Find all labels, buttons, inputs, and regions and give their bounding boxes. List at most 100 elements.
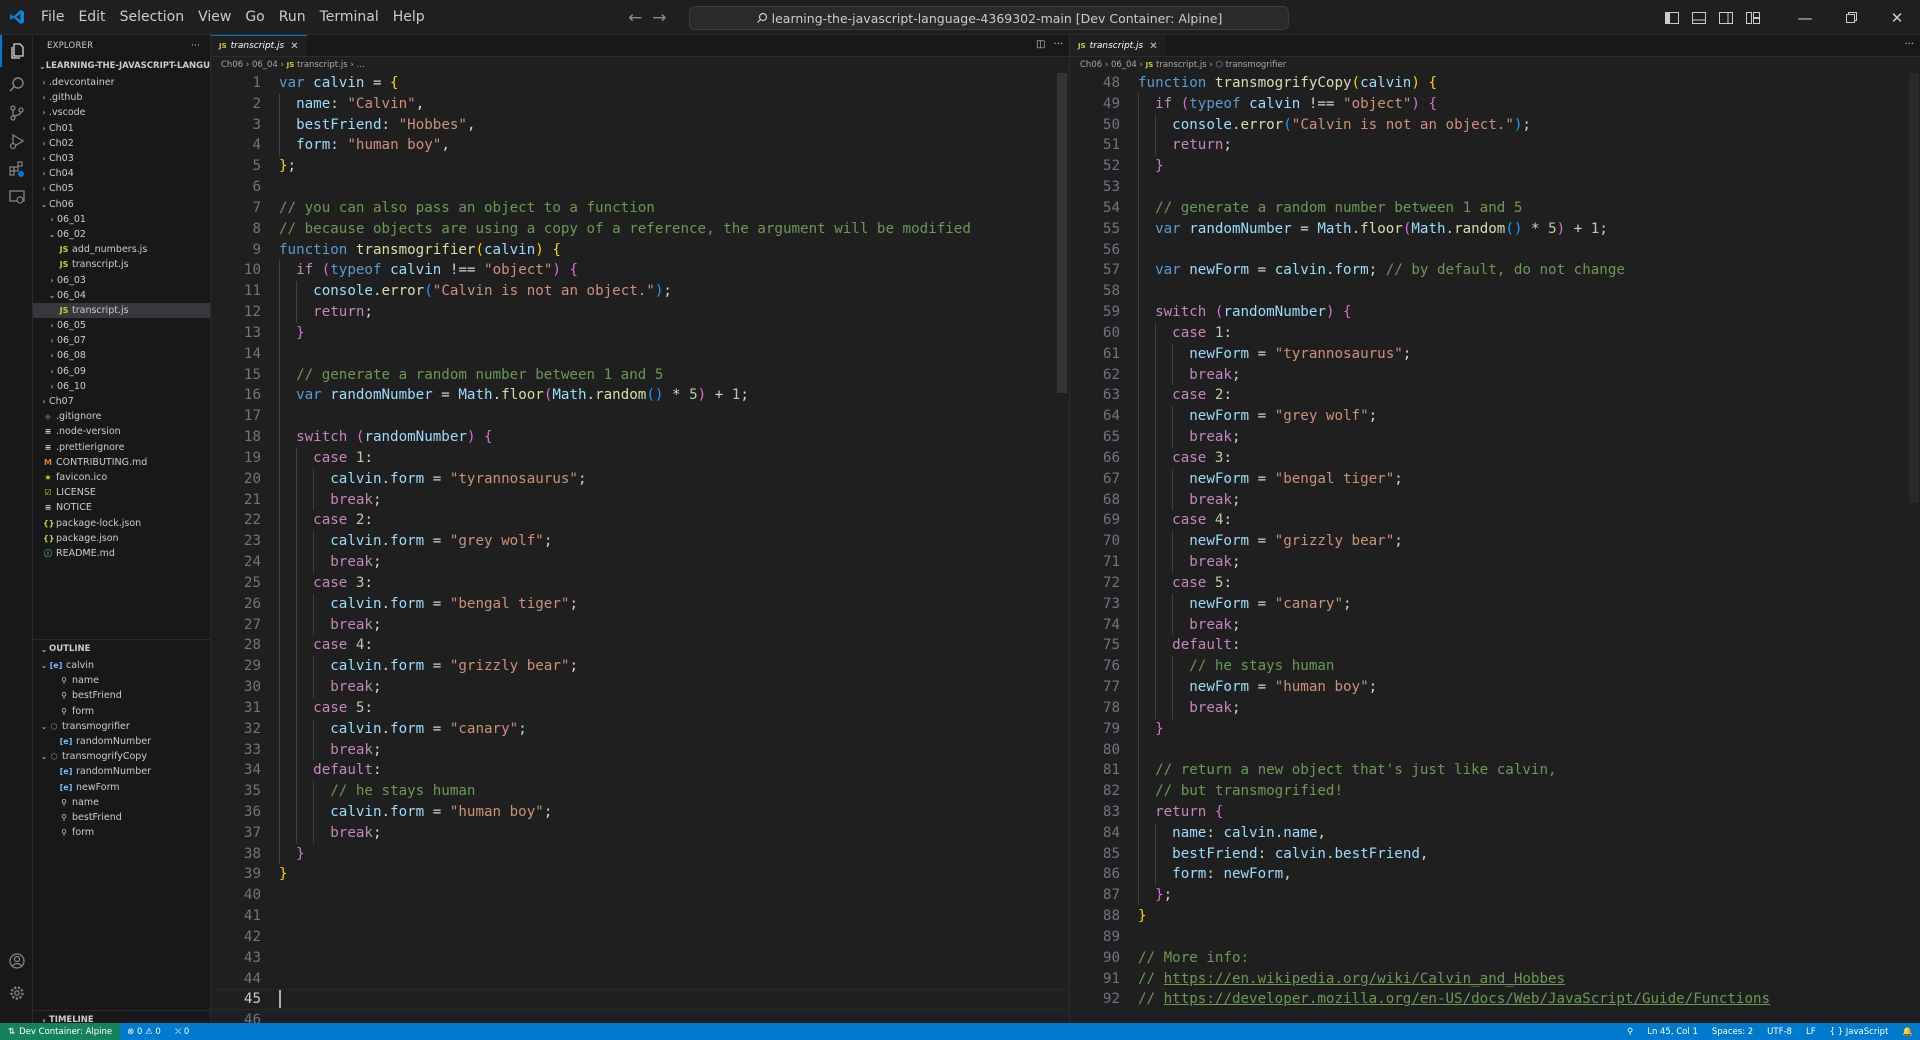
folder-item[interactable]: › 06_07 bbox=[33, 333, 210, 348]
breadcrumb-item[interactable]: transmogrifier bbox=[1226, 60, 1287, 70]
folder-item[interactable]: › .vscode bbox=[33, 105, 210, 120]
customize-layout-icon[interactable] bbox=[1739, 0, 1766, 35]
encoding[interactable]: UTF-8 bbox=[1760, 1023, 1799, 1040]
problems-indicator[interactable]: ⊗ 0 ⚠ 0 bbox=[120, 1023, 168, 1040]
remote-explorer-icon[interactable] bbox=[0, 181, 33, 213]
menu-selection[interactable]: Selection bbox=[113, 0, 192, 35]
file-item[interactable]: JS add_numbers.js bbox=[33, 242, 210, 257]
menu-file[interactable]: File bbox=[34, 0, 71, 35]
file-item[interactable]: ⓘ README.md bbox=[33, 546, 210, 561]
folder-item[interactable]: › 06_09 bbox=[33, 364, 210, 379]
code-token[interactable]: https://developer.mozilla.org/en-US/docs… bbox=[1164, 991, 1770, 1007]
zoom-icon[interactable]: ⚲ bbox=[1620, 1023, 1640, 1040]
explorer-icon[interactable] bbox=[0, 35, 33, 67]
more-actions-icon[interactable]: ··· bbox=[1053, 39, 1063, 50]
breadcrumb-item[interactable]: transcript.js bbox=[1156, 60, 1207, 70]
file-item[interactable]: ≡ .node-version bbox=[33, 424, 210, 439]
toggle-panel-icon[interactable] bbox=[1685, 0, 1712, 35]
file-item[interactable]: ☑ LICENSE bbox=[33, 485, 210, 500]
file-item[interactable]: {} package-lock.json bbox=[33, 515, 210, 530]
language-mode[interactable]: { } JavaScript bbox=[1823, 1023, 1896, 1040]
file-item[interactable]: M CONTRIBUTING.md bbox=[33, 455, 210, 470]
outline-item[interactable]: [e] randomNumber bbox=[33, 764, 210, 779]
folder-item[interactable]: › 06_10 bbox=[33, 379, 210, 394]
outline-item[interactable]: ⌄ [e] calvin bbox=[33, 658, 210, 673]
back-arrow-icon[interactable]: ← bbox=[628, 8, 642, 28]
outline-item[interactable]: ⚲ form bbox=[33, 825, 210, 840]
folder-item[interactable]: › Ch02 bbox=[33, 136, 210, 151]
remote-indicator[interactable]: ⇅ Dev Container: Alpine bbox=[0, 1023, 121, 1040]
folder-item[interactable]: ⌄ 06_02 bbox=[33, 227, 210, 242]
minimize-icon[interactable]: — bbox=[1782, 0, 1828, 35]
cursor-position[interactable]: Ln 45, Col 1 bbox=[1640, 1023, 1705, 1040]
folder-item[interactable]: › Ch03 bbox=[33, 151, 210, 166]
menu-view[interactable]: View bbox=[191, 0, 238, 35]
folder-item[interactable]: › .github bbox=[33, 90, 210, 105]
code-token[interactable]: https://en.wikipedia.org/wiki/Calvin_and… bbox=[1164, 971, 1565, 987]
folder-item[interactable]: ⌄ Ch06 bbox=[33, 197, 210, 212]
folder-item[interactable]: › 06_08 bbox=[33, 348, 210, 363]
breadcrumb-item[interactable]: ... bbox=[356, 60, 364, 70]
outline-header[interactable]: ⌄ OUTLINE bbox=[33, 640, 210, 658]
outline-item[interactable]: ⌄ ⬡ transmogrifyCopy bbox=[33, 749, 210, 764]
file-item[interactable]: JS transcript.js bbox=[33, 257, 210, 272]
file-item[interactable]: ◆ .gitignore bbox=[33, 409, 210, 424]
more-actions-icon[interactable]: ··· bbox=[1904, 39, 1914, 50]
breadcrumb-item[interactable]: Ch06 bbox=[1080, 60, 1102, 70]
folder-item[interactable]: › .devcontainer bbox=[33, 75, 210, 90]
breadcrumb-item[interactable]: transcript.js bbox=[297, 60, 348, 70]
code-area-right[interactable]: 48 function transmogrifyCopy(calvin) {49 … bbox=[1070, 73, 1920, 1023]
file-item[interactable]: JS transcript.js bbox=[33, 302, 210, 318]
vertical-scrollbar[interactable] bbox=[1909, 73, 1919, 503]
outline-item[interactable]: ⚲ name bbox=[33, 795, 210, 810]
workspace-root[interactable]: ⌄ LEARNING-THE-JAVASCRIPT-LANGUAGE-4... bbox=[33, 57, 210, 75]
accounts-icon[interactable] bbox=[0, 945, 33, 977]
outline-item[interactable]: ⌄ ⬡ transmogrifier bbox=[33, 719, 210, 734]
code-area-left[interactable]: 1 var calvin = {2 name: "Calvin", 3 bestFr… bbox=[211, 73, 1069, 1023]
menu-help[interactable]: Help bbox=[386, 0, 432, 35]
folder-item[interactable]: › Ch05 bbox=[33, 181, 210, 196]
tab-transcript-js[interactable]: JS transcript.js ✕ bbox=[211, 35, 307, 56]
command-center-search[interactable]: learning-the-javascript-language-4369302… bbox=[689, 6, 1289, 30]
ports-indicator[interactable]: ⛌ 0 bbox=[168, 1023, 196, 1040]
close-tab-icon[interactable]: ✕ bbox=[290, 41, 298, 52]
file-item[interactable]: {} package.json bbox=[33, 531, 210, 546]
close-tab-icon[interactable]: ✕ bbox=[1149, 41, 1157, 52]
breadcrumb-item[interactable]: 06_04 bbox=[1111, 60, 1137, 70]
menu-edit[interactable]: Edit bbox=[71, 0, 112, 35]
folder-item[interactable]: › 06_01 bbox=[33, 212, 210, 227]
split-editor-icon[interactable]: ◫ bbox=[1036, 39, 1045, 50]
manage-gear-icon[interactable] bbox=[0, 977, 33, 1009]
outline-item[interactable]: ⚲ form bbox=[33, 704, 210, 719]
outline-item[interactable]: [e] randomNumber bbox=[33, 734, 210, 749]
restore-icon[interactable] bbox=[1828, 0, 1874, 35]
toggle-primary-sidebar-icon[interactable] bbox=[1658, 0, 1685, 35]
tab-transcript-js[interactable]: JS transcript.js ✕ bbox=[1070, 35, 1166, 56]
folder-item[interactable]: › 06_03 bbox=[33, 272, 210, 287]
outline-item[interactable]: ⚲ bestFriend bbox=[33, 688, 210, 703]
folder-item[interactable]: › 06_05 bbox=[33, 318, 210, 333]
folder-item[interactable]: › Ch04 bbox=[33, 166, 210, 181]
menu-go[interactable]: Go bbox=[238, 0, 271, 35]
notifications-bell-icon[interactable]: 🔔 bbox=[1895, 1023, 1920, 1040]
indentation[interactable]: Spaces: 2 bbox=[1705, 1023, 1760, 1040]
menu-run[interactable]: Run bbox=[272, 0, 313, 35]
close-window-icon[interactable]: ✕ bbox=[1874, 0, 1920, 35]
folder-item[interactable]: › Ch01 bbox=[33, 121, 210, 136]
folder-item[interactable]: ⌄ 06_04 bbox=[33, 288, 210, 303]
breadcrumb-item[interactable]: Ch06 bbox=[221, 60, 243, 70]
file-item[interactable]: ≡ .prettierignore bbox=[33, 440, 210, 455]
outline-item[interactable]: ⚲ name bbox=[33, 673, 210, 688]
end-of-line[interactable]: LF bbox=[1799, 1023, 1823, 1040]
file-item[interactable]: ★ favicon.ico bbox=[33, 470, 210, 485]
timeline-header[interactable]: › TIMELINE bbox=[33, 1011, 210, 1023]
file-item[interactable]: ≡ NOTICE bbox=[33, 500, 210, 515]
vertical-scrollbar[interactable] bbox=[1057, 73, 1067, 393]
outline-item[interactable]: ⚲ bestFriend bbox=[33, 810, 210, 825]
toggle-secondary-sidebar-icon[interactable] bbox=[1712, 0, 1739, 35]
breadcrumb-item[interactable]: 06_04 bbox=[252, 60, 278, 70]
folder-item[interactable]: › Ch07 bbox=[33, 394, 210, 409]
forward-arrow-icon[interactable]: → bbox=[652, 8, 666, 28]
outline-item[interactable]: [e] newForm bbox=[33, 780, 210, 795]
more-actions-icon[interactable]: ··· bbox=[191, 41, 200, 51]
